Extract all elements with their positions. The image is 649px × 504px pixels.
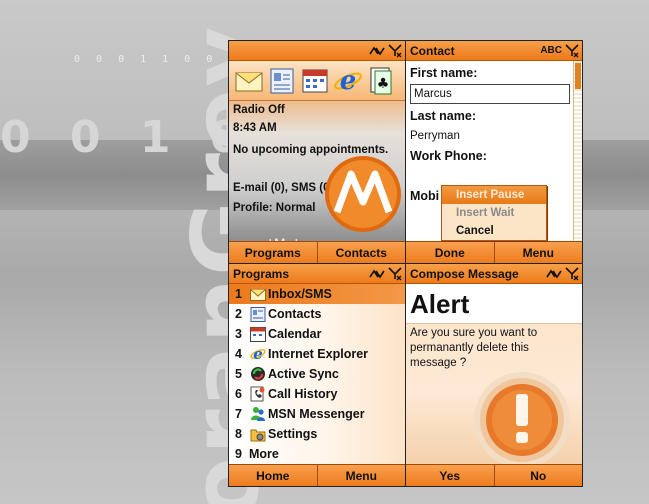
active-sync-icon xyxy=(249,366,267,382)
contacts-icon[interactable] xyxy=(266,65,297,97)
first-name-field[interactable]: Marcus xyxy=(410,84,570,104)
program-item-calendar[interactable]: 3 Calendar xyxy=(229,324,405,344)
contact-context-menu: Insert Pause Insert Wait Cancel xyxy=(441,185,547,241)
programs-titlebar: Programs xyxy=(229,264,405,284)
menu-softkey[interactable]: Menu xyxy=(316,465,406,486)
contacts-softkey[interactable]: Contacts xyxy=(316,242,406,263)
settings-icon xyxy=(249,426,267,442)
program-number: 5 xyxy=(235,367,242,381)
connectivity-icon[interactable] xyxy=(369,268,385,280)
solitaire-icon[interactable]: ♣ xyxy=(365,65,396,97)
calendar-icon xyxy=(249,326,267,342)
program-item-inbox[interactable]: 1 Inbox/SMS xyxy=(229,284,405,304)
contact-scrollbar[interactable] xyxy=(573,61,582,241)
contact-titlebar: Contact ABC xyxy=(406,41,582,61)
compose-softkeys: Yes No xyxy=(406,464,582,486)
yes-softkey[interactable]: Yes xyxy=(406,465,494,486)
today-titlebar xyxy=(229,41,405,61)
exclamation-icon xyxy=(474,372,570,468)
alert-dialog: Alert Are you sure you want to permanant… xyxy=(406,284,582,468)
compose-message-screen: Compose Message Alert Are you sure you w… xyxy=(405,263,583,487)
program-item-internet-explorer[interactable]: 4 e Internet Explorer xyxy=(229,344,405,364)
internet-explorer-icon[interactable]: e xyxy=(332,65,363,97)
contacts-icon xyxy=(249,306,267,322)
call-history-icon xyxy=(249,386,267,402)
programs-softkey[interactable]: Programs xyxy=(229,242,317,263)
calendar-icon[interactable] xyxy=(299,65,330,97)
msn-messenger-icon xyxy=(249,406,267,422)
program-number: 1 xyxy=(235,287,242,301)
program-item-msn-messenger[interactable]: 7 MSN Messenger xyxy=(229,404,405,424)
program-number: 6 xyxy=(235,387,242,401)
work-phone-field[interactable] xyxy=(410,165,570,187)
done-softkey[interactable]: Done xyxy=(406,242,494,263)
envelope-icon xyxy=(249,286,267,302)
internet-explorer-icon: e xyxy=(249,346,267,362)
last-name-label: Last name: xyxy=(410,109,476,123)
signal-off-icon[interactable] xyxy=(388,266,402,281)
last-name-field[interactable]: Perryman xyxy=(410,125,570,147)
program-item-settings[interactable]: 8 Settings xyxy=(229,424,405,444)
menu-softkey[interactable]: Menu xyxy=(493,242,583,263)
no-softkey[interactable]: No xyxy=(493,465,583,486)
clock-time[interactable]: 8:43 AM xyxy=(229,119,405,137)
program-label: Call History xyxy=(268,387,338,401)
program-number: 4 xyxy=(235,347,242,361)
scrollbar-thumb[interactable] xyxy=(575,63,581,89)
radio-status[interactable]: Radio Off xyxy=(229,101,405,119)
messaging-icon[interactable] xyxy=(233,65,264,97)
program-label: Internet Explorer xyxy=(268,347,369,361)
motorola-logo-icon xyxy=(325,156,401,232)
connectivity-icon[interactable] xyxy=(369,45,385,57)
contact-softkeys: Done Menu xyxy=(406,241,582,263)
program-label: Contacts xyxy=(268,307,322,321)
program-item-active-sync[interactable]: 5 Active Sync xyxy=(229,364,405,384)
program-item-more[interactable]: 9 More xyxy=(229,444,405,464)
input-mode-indicator[interactable]: ABC xyxy=(540,45,562,56)
programs-screen: Programs 1 Inbox/SMS 2 Contacts 3 Calend… xyxy=(228,263,406,487)
programs-title: Programs xyxy=(233,266,290,281)
today-body: e ♣ Radio Off 8:43 AM No upcoming appoin… xyxy=(229,61,405,253)
insert-pause-menu-item[interactable]: Insert Pause xyxy=(442,186,546,204)
insert-wait-menu-item[interactable]: Insert Wait xyxy=(442,204,546,222)
today-screen: e ♣ Radio Off 8:43 AM No upcoming appoin… xyxy=(228,40,406,264)
program-label: MSN Messenger xyxy=(268,407,365,421)
cancel-menu-item[interactable]: Cancel xyxy=(442,222,546,240)
program-number: 8 xyxy=(235,427,242,441)
today-softkeys: Programs Contacts xyxy=(229,241,405,263)
compose-title: Compose Message xyxy=(410,266,519,281)
program-number: 2 xyxy=(235,307,242,321)
app-shortcut-bar: e ♣ xyxy=(229,61,405,101)
connectivity-icon[interactable] xyxy=(546,268,562,280)
svg-text:e: e xyxy=(339,66,356,96)
work-phone-label: Work Phone: xyxy=(410,149,487,163)
contact-title: Contact xyxy=(410,43,455,58)
program-label: Settings xyxy=(268,427,318,441)
svg-text:e: e xyxy=(253,346,263,362)
home-softkey[interactable]: Home xyxy=(229,465,317,486)
program-number: 9 xyxy=(235,447,242,461)
program-item-contacts[interactable]: 2 Contacts xyxy=(229,304,405,324)
program-item-call-history[interactable]: 6 Call History xyxy=(229,384,405,404)
programs-list: 1 Inbox/SMS 2 Contacts 3 Calendar 4 e In… xyxy=(229,284,405,466)
signal-off-icon[interactable] xyxy=(388,43,402,58)
programs-softkeys: Home Menu xyxy=(229,464,405,486)
compose-titlebar: Compose Message xyxy=(406,264,582,284)
program-label: Calendar xyxy=(268,327,322,341)
program-label: Inbox/SMS xyxy=(268,287,332,301)
program-label: Active Sync xyxy=(268,367,339,381)
alert-title: Alert xyxy=(406,284,582,324)
alert-message: Are you sure you want to permanantly del… xyxy=(410,327,538,369)
program-number: 3 xyxy=(235,327,242,341)
signal-off-icon[interactable] xyxy=(565,43,579,58)
first-name-label: First name: xyxy=(410,66,478,80)
program-label: More xyxy=(249,447,279,461)
signal-off-icon[interactable] xyxy=(565,266,579,281)
svg-text:♣: ♣ xyxy=(376,76,389,92)
program-number: 7 xyxy=(235,407,242,421)
